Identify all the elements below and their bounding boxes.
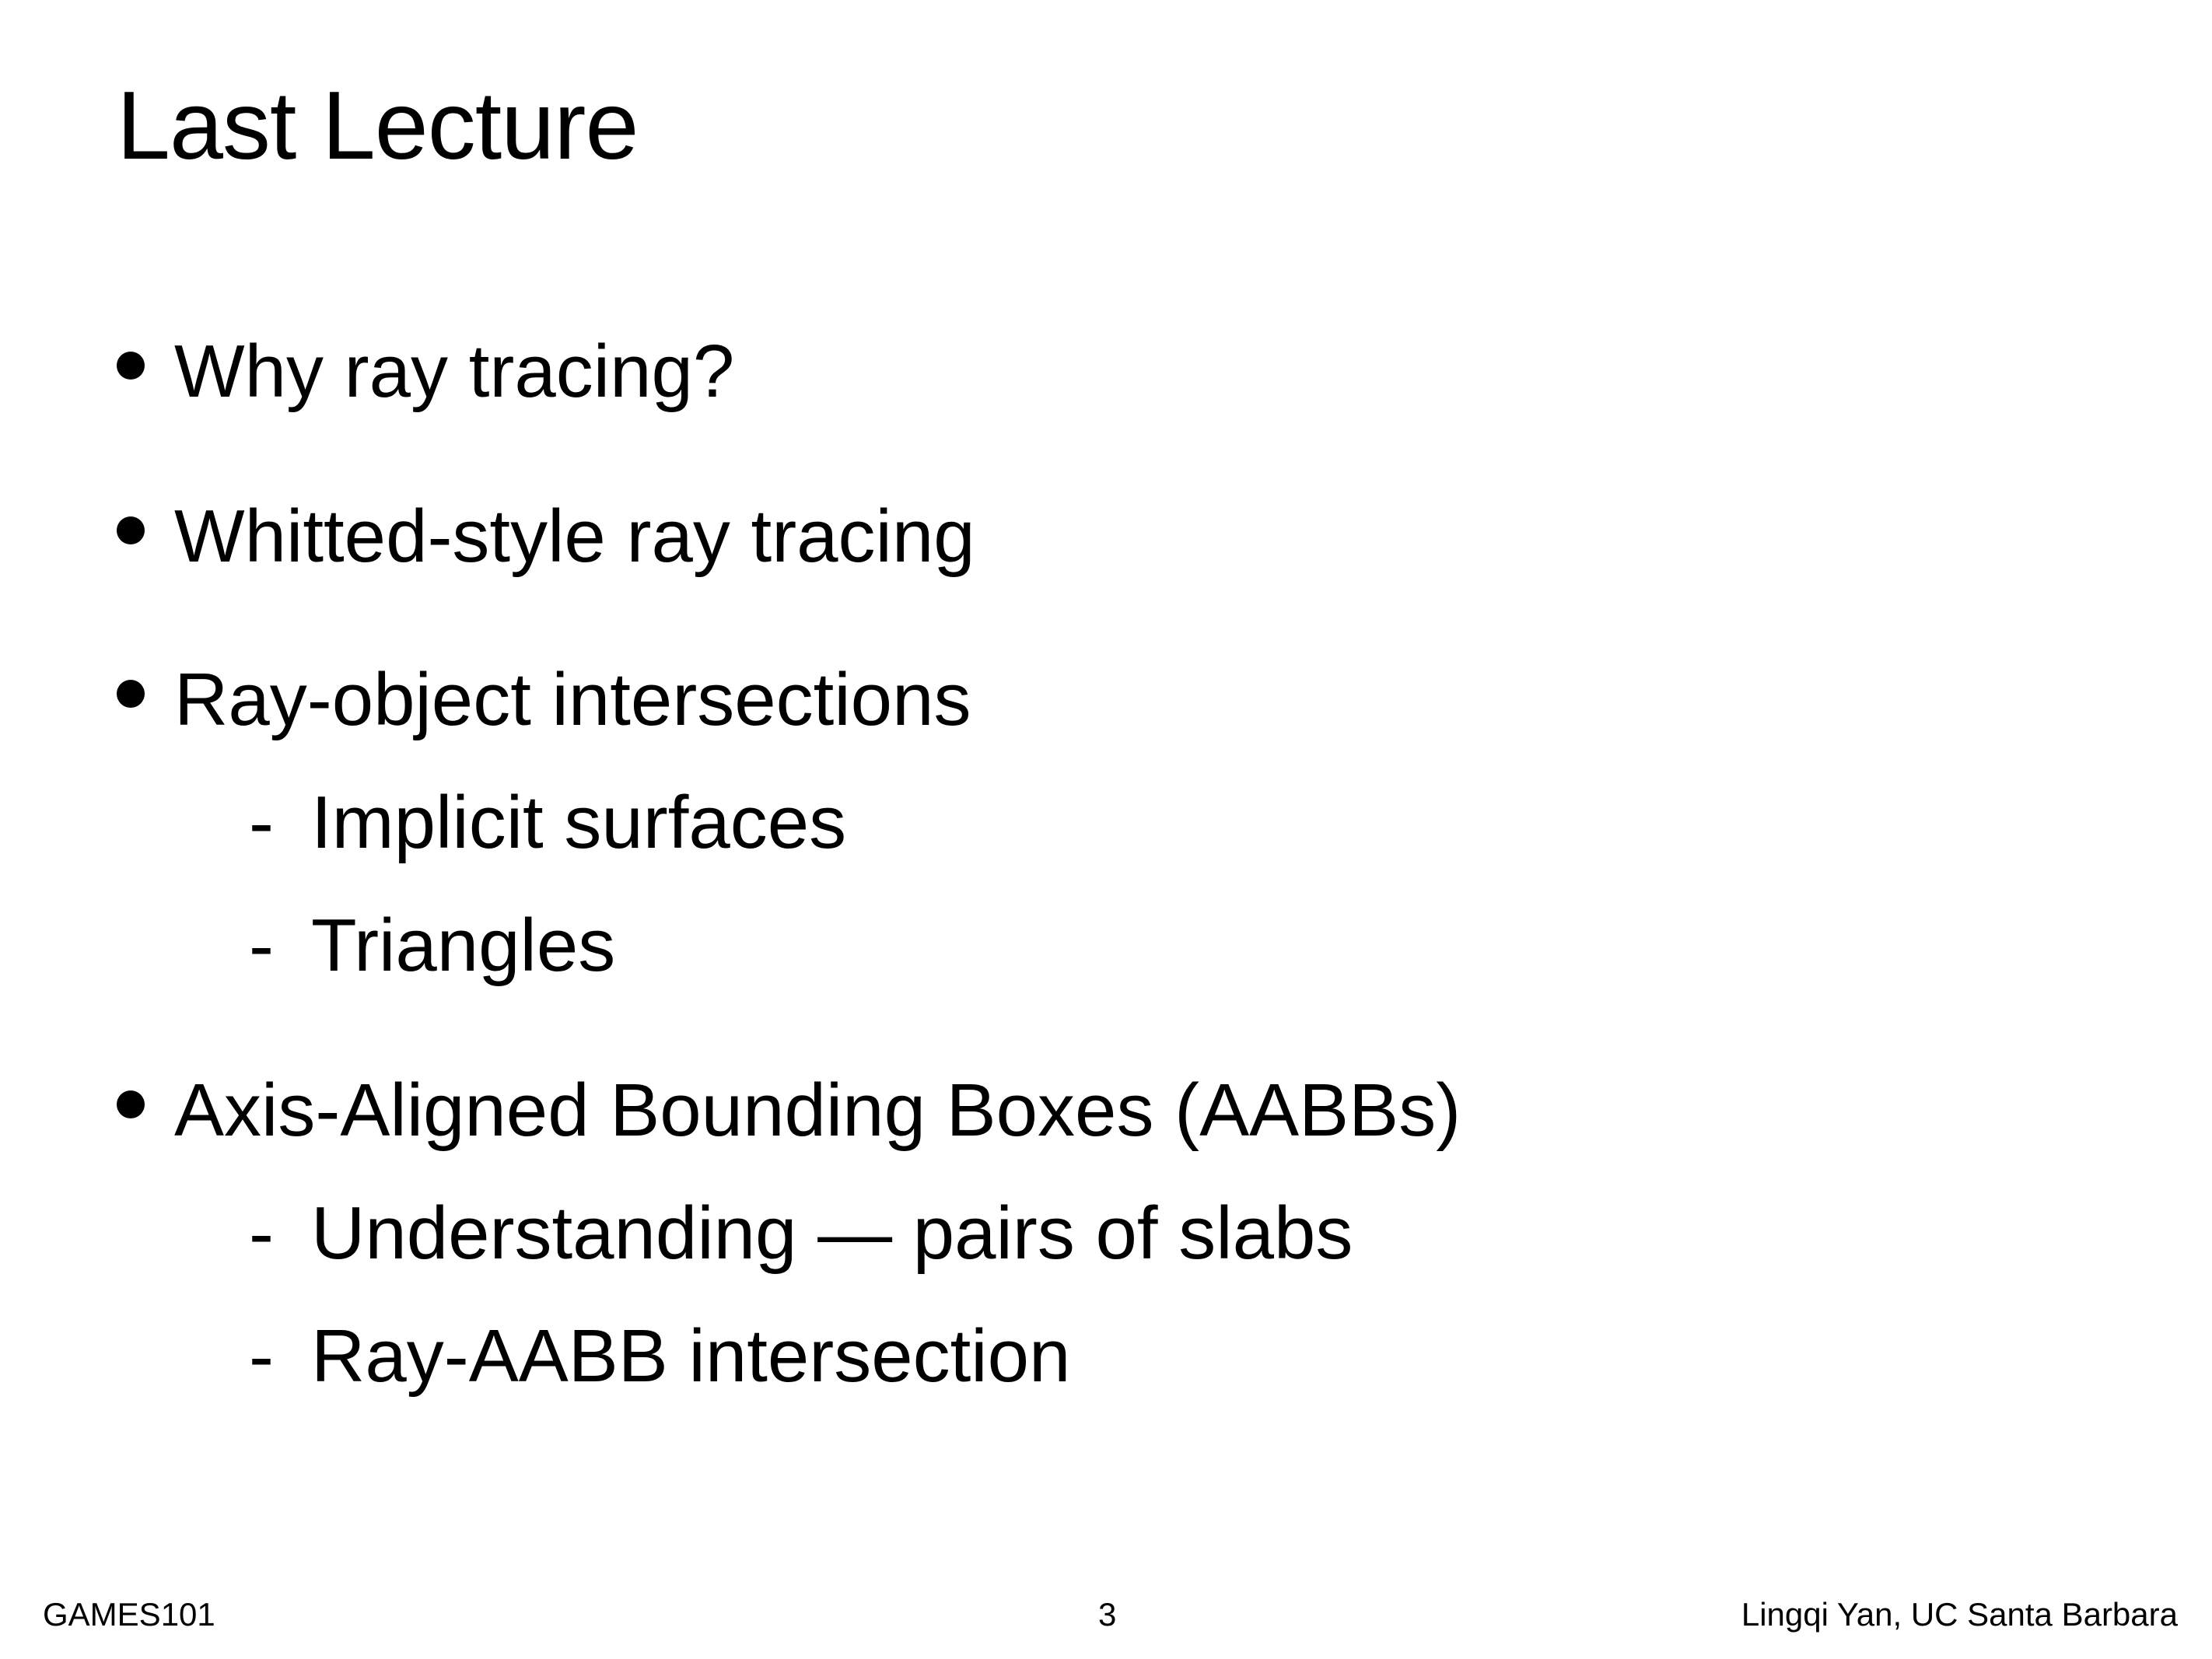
- page-number: 3: [1098, 1596, 1117, 1633]
- sub-item-marker: -: [249, 1314, 274, 1398]
- footer-course: GAMES101: [43, 1596, 215, 1633]
- sub-item-text: Ray-AABB intersection: [311, 1314, 1071, 1398]
- sub-item-marker: -: [249, 904, 274, 987]
- slide: Last Lecture Why ray tracing? Whitted-st…: [0, 0, 2212, 1659]
- bullet-dot-icon: [117, 1090, 145, 1118]
- bullet-text: Why ray tracing?: [174, 330, 735, 413]
- slide-title: Last Lecture: [117, 72, 639, 180]
- bullet-dot-icon: [117, 516, 145, 544]
- sub-item-text: Triangles: [311, 904, 616, 987]
- bullet-text: Whitted-style ray tracing: [174, 495, 975, 578]
- footer-author: Lingqi Yan, UC Santa Barbara: [1741, 1596, 2178, 1633]
- sub-item-marker: -: [249, 781, 274, 864]
- sub-item-text: Implicit surfaces: [311, 781, 847, 864]
- bullet-dot-icon: [117, 680, 145, 708]
- sub-item-marker: -: [249, 1192, 274, 1275]
- bullet-text: Ray-object intersections: [174, 658, 971, 741]
- bullet-text: Axis-Aligned Bounding Boxes (AABBs): [174, 1069, 1461, 1152]
- sub-item-text: Understanding — pairs of slabs: [311, 1192, 1353, 1275]
- bullet-dot-icon: [117, 352, 145, 380]
